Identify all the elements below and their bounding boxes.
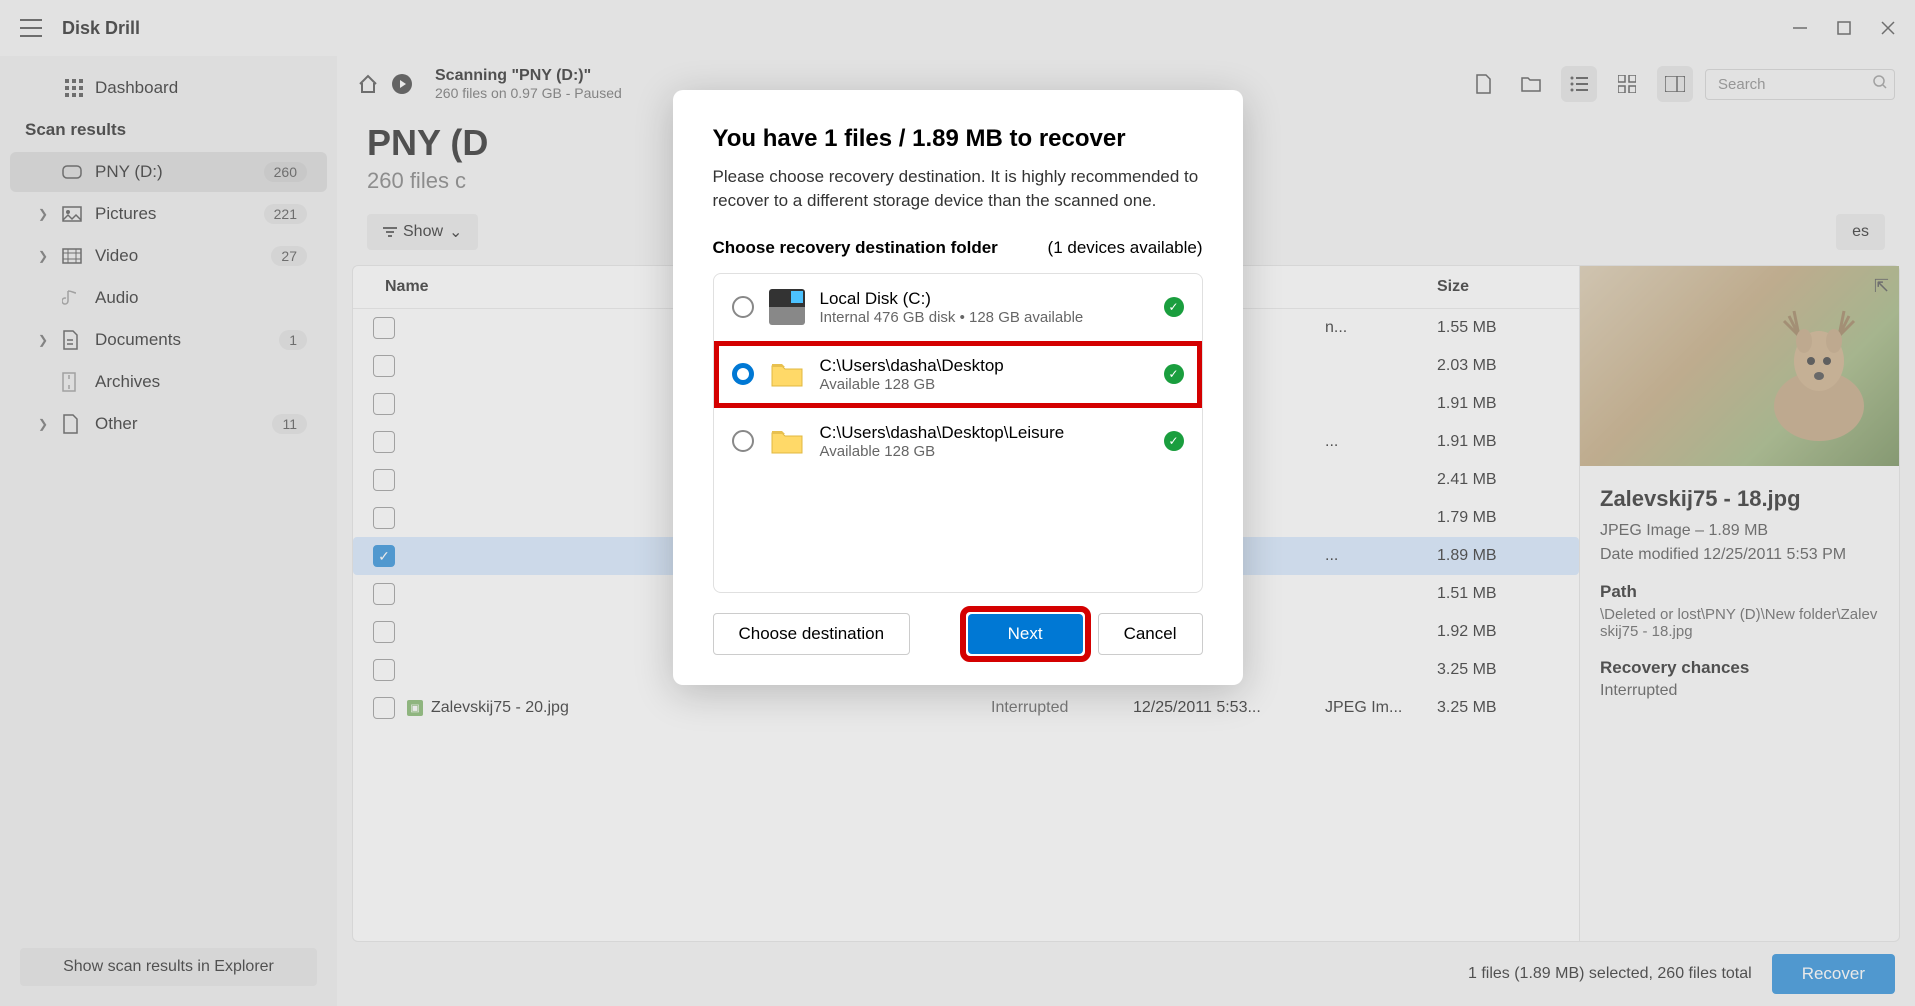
check-icon: ✓ (1164, 431, 1184, 451)
destination-item[interactable]: Local Disk (C:)Internal 476 GB disk • 12… (714, 274, 1202, 341)
recovery-modal: You have 1 files / 1.89 MB to recover Pl… (673, 90, 1243, 685)
destination-subtitle: Internal 476 GB disk • 128 GB available (820, 309, 1149, 326)
destination-subtitle: Available 128 GB (820, 376, 1149, 393)
check-icon: ✓ (1164, 297, 1184, 317)
next-button[interactable]: Next (968, 614, 1083, 654)
folder-icon (769, 423, 805, 459)
disk-icon (769, 289, 805, 325)
destination-list: Local Disk (C:)Internal 476 GB disk • 12… (713, 273, 1203, 593)
modal-title: You have 1 files / 1.89 MB to recover (713, 125, 1203, 153)
destination-title: C:\Users\dasha\Desktop\Leisure (820, 423, 1149, 443)
modal-overlay: You have 1 files / 1.89 MB to recover Pl… (0, 0, 1915, 1006)
destination-item[interactable]: C:\Users\dasha\DesktopAvailable 128 GB ✓ (714, 341, 1202, 408)
destination-radio[interactable] (732, 430, 754, 452)
destination-subtitle: Available 128 GB (820, 443, 1149, 460)
destination-title: C:\Users\dasha\Desktop (820, 356, 1149, 376)
destination-item[interactable]: C:\Users\dasha\Desktop\LeisureAvailable … (714, 408, 1202, 475)
cancel-button[interactable]: Cancel (1098, 613, 1203, 655)
devices-available-label: (1 devices available) (1048, 238, 1203, 258)
destination-title: Local Disk (C:) (820, 289, 1149, 309)
choose-destination-button[interactable]: Choose destination (713, 613, 911, 655)
choose-destination-label: Choose recovery destination folder (713, 238, 998, 258)
check-icon: ✓ (1164, 364, 1184, 384)
destination-radio[interactable] (732, 296, 754, 318)
modal-description: Please choose recovery destination. It i… (713, 165, 1203, 213)
folder-icon (769, 356, 805, 392)
destination-radio[interactable] (732, 363, 754, 385)
